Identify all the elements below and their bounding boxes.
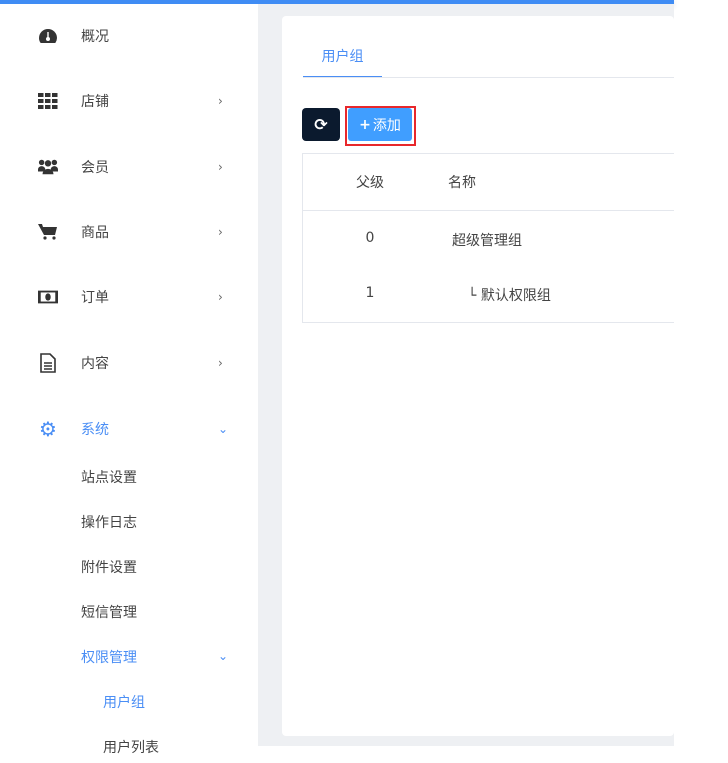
chevron-right-icon: › xyxy=(218,160,223,174)
cell-parent: 1 xyxy=(365,285,375,301)
content-card: 用户组 ⟳ + 添加 父级 名称 0 超级管理组 1 └ 默认权限组 xyxy=(282,16,674,736)
chevron-right-icon: › xyxy=(218,356,223,370)
chevron-right-icon: › xyxy=(218,290,223,304)
refresh-button[interactable]: ⟳ xyxy=(302,108,340,141)
gear-icon: ⚙ xyxy=(39,417,57,441)
column-header-parent: 父级 xyxy=(356,175,384,191)
grid-icon xyxy=(38,91,58,111)
submenu-operation-log[interactable]: 操作日志 xyxy=(81,508,137,538)
column-header-name: 名称 xyxy=(448,175,476,191)
sidebar-item-members[interactable]: 会员 › xyxy=(0,147,258,187)
sidebar-item-label: 概况 xyxy=(81,29,109,45)
submenu-site-settings[interactable]: 站点设置 xyxy=(81,463,137,493)
add-button[interactable]: + 添加 xyxy=(348,108,412,141)
user-group-table: 父级 名称 0 超级管理组 1 └ 默认权限组 xyxy=(302,153,674,323)
cart-icon xyxy=(38,222,58,242)
sidebar-item-label: 系统 xyxy=(81,422,109,438)
tab-divider xyxy=(303,77,674,78)
main-area: 用户组 ⟳ + 添加 父级 名称 0 超级管理组 1 └ 默认权限组 xyxy=(258,4,674,746)
sidebar-item-system[interactable]: ⚙ 系统 ⌄ xyxy=(0,409,258,449)
users-icon xyxy=(38,157,58,177)
cell-name: └ 默认权限组 xyxy=(468,288,551,304)
submenu-permission-management[interactable]: 权限管理 xyxy=(81,643,137,673)
chevron-right-icon: › xyxy=(218,94,223,108)
sidebar-item-overview[interactable]: 概况 xyxy=(0,16,258,56)
submenu-user-group[interactable]: 用户组 xyxy=(103,688,145,718)
sidebar-item-store[interactable]: 店铺 › xyxy=(0,81,258,121)
sidebar-item-label: 订单 xyxy=(81,290,109,306)
cell-parent: 0 xyxy=(365,230,375,246)
sidebar: 概况 店铺 › 会员 › 商品 › 订单 › 内容 › ⚙ 系统 ⌄ 站点设置 … xyxy=(0,4,258,756)
chevron-right-icon: › xyxy=(218,225,223,239)
sidebar-item-label: 内容 xyxy=(81,356,109,372)
submenu-sms-management[interactable]: 短信管理 xyxy=(81,598,137,628)
sidebar-item-label: 商品 xyxy=(81,225,109,241)
money-icon xyxy=(38,287,58,307)
sidebar-item-content[interactable]: 内容 › xyxy=(0,343,258,383)
dashboard-icon xyxy=(38,26,58,46)
refresh-icon: ⟳ xyxy=(314,115,328,134)
sidebar-item-orders[interactable]: 订单 › xyxy=(0,277,258,317)
header-divider xyxy=(303,210,674,211)
plus-icon: + xyxy=(359,116,371,133)
document-icon xyxy=(38,353,58,373)
submenu-attachment-settings[interactable]: 附件设置 xyxy=(81,553,137,583)
tab-user-group[interactable]: 用户组 xyxy=(303,46,382,78)
submenu-user-list[interactable]: 用户列表 xyxy=(103,733,159,763)
cell-name: 超级管理组 xyxy=(452,233,522,249)
sidebar-item-label: 会员 xyxy=(81,160,109,176)
sidebar-item-label: 店铺 xyxy=(81,94,109,110)
chevron-down-icon: ⌄ xyxy=(218,649,229,663)
add-label: 添加 xyxy=(372,117,401,134)
sidebar-item-products[interactable]: 商品 › xyxy=(0,212,258,252)
chevron-down-icon: ⌄ xyxy=(218,422,229,436)
